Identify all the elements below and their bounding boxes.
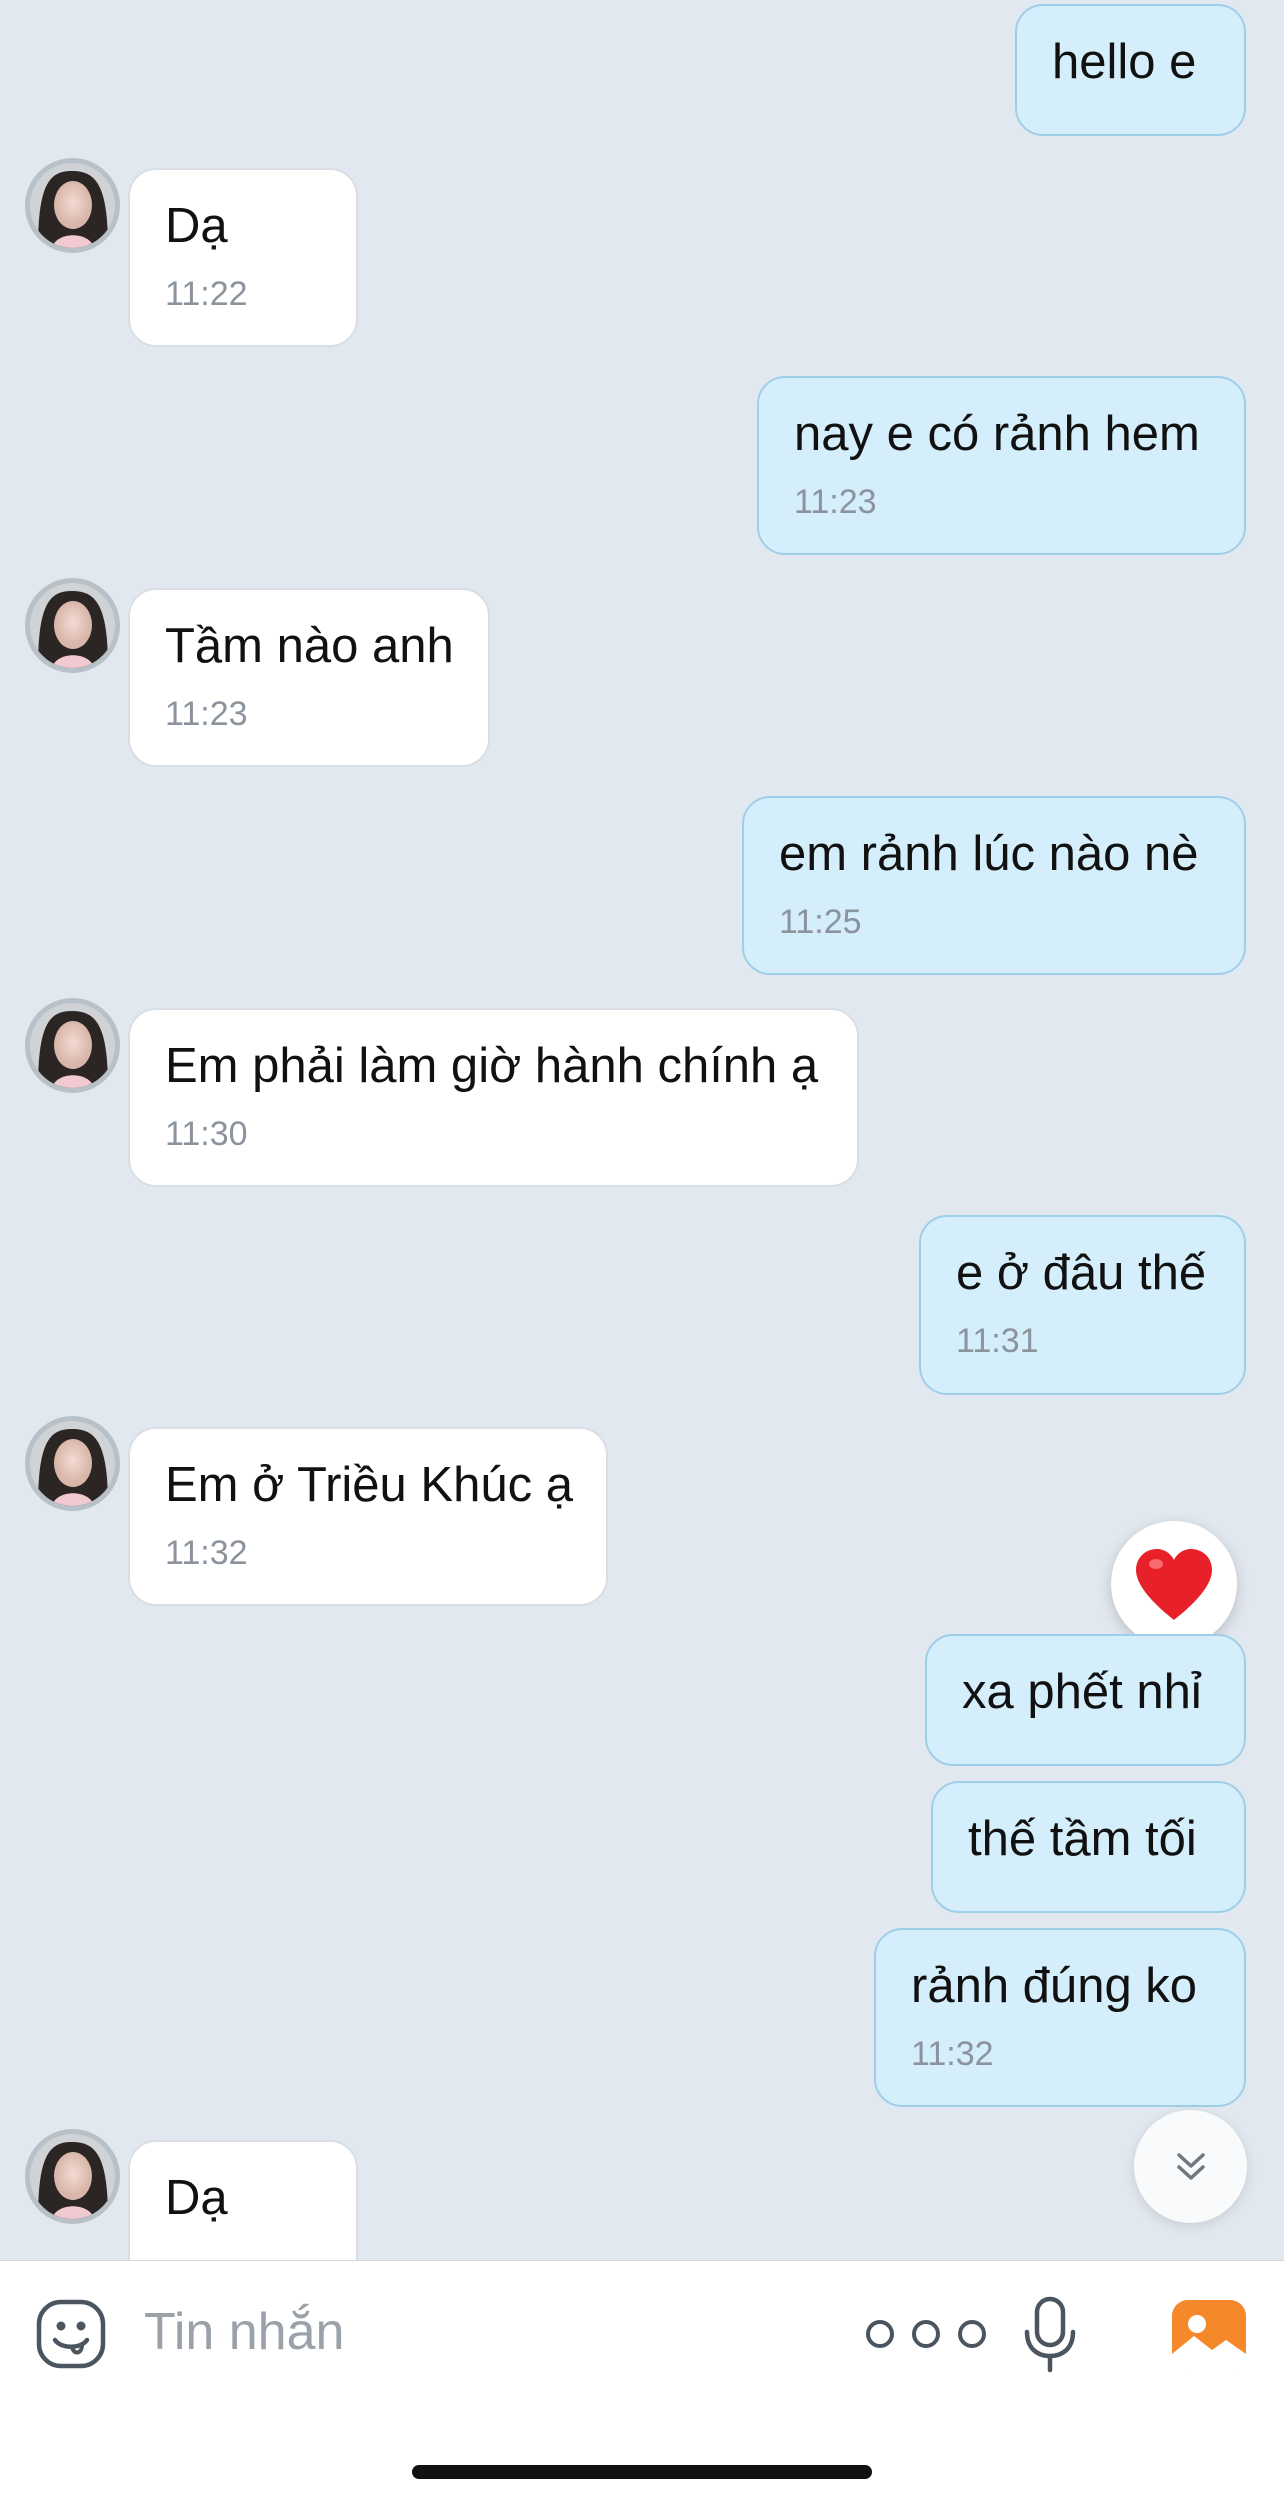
heart-icon xyxy=(1136,1549,1212,1620)
message-text: Tầm nào anh xyxy=(165,619,454,673)
message-bubble-outgoing[interactable]: hello e xyxy=(1015,4,1246,136)
message-bubble-outgoing[interactable]: xa phết nhỉ xyxy=(925,1634,1246,1766)
message-text: Em phải làm giờ hành chính ạ xyxy=(165,1039,819,1093)
message-time: 11:23 xyxy=(794,483,877,521)
message-text: rảnh đúng ko xyxy=(911,1959,1198,2013)
message-text: e ở đâu thế xyxy=(956,1246,1207,1300)
emoji-button[interactable] xyxy=(36,2299,106,2369)
message-bubble-incoming[interactable]: Dạ 11:22 xyxy=(128,168,358,347)
message-time: 11:22 xyxy=(165,275,248,313)
message-time: 11:23 xyxy=(165,695,248,733)
contact-avatar[interactable] xyxy=(25,578,120,673)
scroll-to-bottom-button[interactable] xyxy=(1134,2110,1247,2223)
message-time: 11:30 xyxy=(165,1115,248,1153)
contact-avatar[interactable] xyxy=(25,1416,120,1511)
contact-avatar[interactable] xyxy=(25,158,120,253)
message-text: thế tầm tối xyxy=(968,1812,1197,1866)
message-bubble-outgoing[interactable]: nay e có rảnh hem 11:23 xyxy=(757,376,1246,555)
contact-avatar[interactable] xyxy=(25,998,120,1093)
message-bubble-incoming[interactable]: Em ở Triều Khúc ạ 11:32 xyxy=(128,1427,608,1606)
message-bubble-incoming[interactable]: Tầm nào anh 11:23 xyxy=(128,588,490,767)
voice-message-button[interactable] xyxy=(1022,2296,1078,2374)
home-indicator xyxy=(412,2465,872,2479)
message-text: Em ở Triều Khúc ạ xyxy=(165,1458,573,1512)
message-bubble-outgoing[interactable]: e ở đâu thế 11:31 xyxy=(919,1215,1246,1395)
send-image-button[interactable] xyxy=(1170,2296,1248,2374)
message-text: em rảnh lúc nào nè xyxy=(779,827,1199,881)
emoji-icon xyxy=(36,2299,106,2369)
message-bubble-outgoing[interactable]: em rảnh lúc nào nè 11:25 xyxy=(742,796,1246,975)
message-text: Dạ xyxy=(165,199,228,253)
message-text: xa phết nhỉ xyxy=(962,1665,1202,1719)
chevron-double-down-icon xyxy=(1176,2152,1205,2180)
message-input[interactable] xyxy=(142,2291,806,2373)
heart-reaction[interactable] xyxy=(1111,1521,1237,1647)
contact-avatar[interactable] xyxy=(25,2129,120,2224)
message-text: Dạ xyxy=(165,2171,228,2225)
message-bubble-incoming[interactable]: Em phải làm giờ hành chính ạ 11:30 xyxy=(128,1008,859,1187)
message-text: hello e xyxy=(1052,35,1197,89)
message-time: 11:32 xyxy=(165,1534,248,1572)
message-bubble-outgoing[interactable]: rảnh đúng ko 11:32 xyxy=(874,1928,1246,2107)
microphone-icon xyxy=(1024,2296,1076,2373)
message-text: nay e có rảnh hem xyxy=(794,407,1200,461)
message-time: 11:25 xyxy=(779,903,862,941)
more-options-button[interactable] xyxy=(862,2316,990,2352)
message-bubble-outgoing[interactable]: thế tầm tối xyxy=(931,1781,1246,1913)
image-icon xyxy=(1172,2300,1246,2370)
message-time: 11:31 xyxy=(956,1322,1039,1360)
more-dots-icon xyxy=(866,2320,986,2348)
message-time: 11:32 xyxy=(911,2035,994,2073)
